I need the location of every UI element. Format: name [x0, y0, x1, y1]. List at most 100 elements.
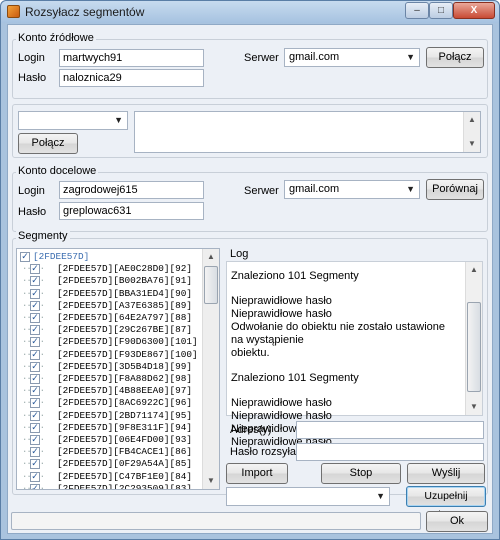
segment-checkbox[interactable]: ✓ [30, 435, 40, 445]
connection-scrollbar[interactable]: ▲ ▼ [463, 112, 480, 152]
ok-button[interactable]: Ok [426, 511, 488, 532]
segment-label: [2FDEE57D][64E2A797][88] [57, 312, 193, 323]
segment-checkbox[interactable]: ✓ [30, 300, 40, 311]
segment-item[interactable]: ·····✓[2FDEE57D][C47BF1E0][84] [17, 471, 203, 483]
source-server-select[interactable]: gmail.com ▼ [284, 48, 420, 67]
target-compare-button[interactable]: Porównaj [426, 179, 484, 200]
segment-checkbox[interactable]: ✓ [30, 459, 40, 470]
source-password-label: Hasło [18, 72, 47, 84]
segment-checkbox[interactable]: ✓ [30, 313, 40, 323]
source-password-field[interactable]: naloznica29 [59, 69, 204, 87]
segment-checkbox[interactable]: ✓ [30, 325, 40, 336]
maximize-button[interactable]: □ [429, 2, 453, 19]
segment-label: [2FDEE57D][A37E6385][89] [57, 299, 193, 311]
segment-checkbox[interactable]: ✓ [30, 288, 40, 299]
segment-item[interactable]: ·····✓[2FDEE57D][F93DE867][100] [17, 349, 203, 361]
log-line: obiektu. [231, 347, 270, 359]
segment-checkbox[interactable]: ✓ [30, 276, 40, 287]
progress-bar [11, 512, 421, 530]
segment-checkbox[interactable]: ✓ [30, 410, 40, 421]
chevron-down-icon: ▼ [406, 184, 415, 194]
target-login-field[interactable]: zagrodowej615 [59, 181, 204, 199]
segment-label: [2FDEE57D][4B88EEA0][97] [57, 385, 193, 397]
segment-checkbox[interactable]: ✓ [30, 361, 40, 372]
segment-checkbox[interactable]: ✓ [30, 398, 40, 409]
window-title: Rozsyłacz segmentów [25, 5, 145, 19]
source-account-label: Konto źródłowe [16, 32, 96, 44]
connection-select[interactable]: ▼ [18, 111, 128, 130]
segment-item[interactable]: ·····✓[2FDEE57D][0F29A54A][85] [17, 458, 203, 470]
address-label: Adres(y) [230, 424, 272, 436]
segment-item[interactable]: ·····✓[2FDEE57D][B002BA76][91] [17, 275, 203, 287]
log-line: Znaleziono 101 Segmenty [231, 372, 359, 384]
segment-item[interactable]: ·····✓[2FDEE57D][2C293509][83] [17, 483, 203, 489]
segment-item[interactable]: ·····✓[2FDEE57D][8AC6922C][96] [17, 397, 203, 409]
segment-item[interactable]: ·····✓[2FDEE57D][BBA31ED4][90] [17, 288, 203, 300]
segment-checkbox[interactable]: ✓ [30, 447, 40, 458]
minimize-button[interactable]: – [405, 2, 429, 19]
scroll-down-icon[interactable]: ▼ [466, 399, 482, 415]
segment-checkbox[interactable]: ✓ [30, 349, 40, 360]
close-button[interactable]: X [453, 2, 495, 19]
title-bar[interactable]: Rozsyłacz segmentów – □ X [1, 1, 499, 23]
log-scrollbar[interactable]: ▲ ▼ [465, 262, 482, 415]
segment-item[interactable]: ·····✓[2FDEE57D][29C267BE][87] [17, 324, 203, 336]
target-account-label: Konto docelowe [16, 165, 99, 177]
segment-item[interactable]: ·····✓[2FDEE57D][A37E6385][89] [17, 300, 203, 312]
app-icon [7, 5, 20, 18]
scroll-up-icon[interactable]: ▲ [464, 112, 480, 128]
segment-checkbox[interactable]: ✓ [30, 386, 40, 397]
segment-checkbox[interactable]: ✓ [30, 471, 40, 482]
scroll-up-icon[interactable]: ▲ [466, 262, 482, 278]
log-line: Nieprawidłowe hasło [231, 308, 332, 320]
middle-connect-button[interactable]: Połącz [18, 133, 78, 154]
source-connect-button[interactable]: Połącz [426, 47, 484, 68]
segment-label: [2FDEE57D][BBA31ED4][90] [57, 287, 193, 299]
target-server-select[interactable]: gmail.com ▼ [284, 180, 420, 199]
stop-button[interactable]: Stop [321, 463, 401, 484]
segment-label: [2FDEE57D][C47BF1E0][84] [57, 470, 193, 482]
send-button[interactable]: Wyślij [407, 463, 485, 484]
segment-item[interactable]: ·····✓[2FDEE57D][06E4FD00][93] [17, 434, 203, 446]
segment-label: [2FDEE57D][AE0C28D0][92] [57, 263, 193, 275]
segment-item[interactable]: ·····✓[2FDEE57D][2BD71174][95] [17, 410, 203, 422]
segment-label: [2FDEE57D] [33, 251, 90, 262]
segment-checkbox[interactable]: ✓ [20, 252, 30, 262]
segment-item[interactable]: ·····✓[2FDEE57D][FB4CACE1][86] [17, 446, 203, 458]
import-button[interactable]: Import [226, 463, 288, 484]
segment-label: [2FDEE57D][3D5B4D18][99] [57, 360, 193, 372]
target-password-field[interactable]: greplowac631 [59, 202, 204, 220]
source-login-field[interactable]: martwych91 [59, 49, 204, 67]
segment-checkbox[interactable]: ✓ [30, 483, 40, 489]
segment-item[interactable]: ·····✓[2FDEE57D][3D5B4D18][99] [17, 361, 203, 373]
scroll-up-icon[interactable]: ▲ [203, 249, 219, 265]
connection-textarea[interactable]: ▲ ▼ [134, 111, 481, 153]
scroll-down-icon[interactable]: ▼ [203, 473, 219, 489]
log-scroll-thumb[interactable] [467, 302, 481, 392]
segment-item[interactable]: ·····✓[2FDEE57D][4B88EEA0][97] [17, 385, 203, 397]
scroll-down-icon[interactable]: ▼ [464, 136, 480, 152]
segment-root-item[interactable]: ✓ [2FDEE57D] [17, 251, 203, 263]
segment-label: [2FDEE57D][2BD71174][95] [57, 409, 193, 421]
segment-item[interactable]: ·····✓[2FDEE57D][F90D6300][101] [17, 336, 203, 348]
address-field[interactable] [296, 421, 484, 439]
segment-checkbox[interactable]: ✓ [30, 374, 40, 384]
segment-checkbox[interactable]: ✓ [30, 264, 40, 275]
segment-label: [2FDEE57D][0F29A54A][85] [57, 458, 193, 470]
segments-scrollbar[interactable]: ▲ ▼ [202, 249, 219, 489]
log-area[interactable]: Znaleziono 101 Segmenty Nieprawidłowe has… [226, 261, 483, 448]
segments-scroll-thumb[interactable] [204, 266, 218, 304]
segments-tree[interactable]: ✓[2FDEE57D]·····✓[2FDEE57D][AE0C28D0][92… [16, 248, 220, 490]
segment-checkbox[interactable]: ✓ [30, 422, 40, 433]
segment-item[interactable]: ·····✓[2FDEE57D][64E2A797][88] [17, 312, 203, 324]
fill-mirrors-button[interactable]: Uzupełnij mirrory [406, 486, 486, 521]
segment-item[interactable]: ·····✓[2FDEE57D][AE0C28D0][92] [17, 263, 203, 275]
segment-checkbox[interactable]: ✓ [30, 337, 40, 348]
log-line: Odwołanie do obiektu nie zostało ustawio… [231, 321, 446, 346]
mirror-select[interactable]: ▼ [226, 487, 390, 506]
segment-item[interactable]: ·····✓[2FDEE57D][F8A88D62][98] [17, 373, 203, 385]
send-password-field[interactable] [296, 443, 484, 461]
segment-item[interactable]: ·····✓[2FDEE57D][9F8E311F][94] [17, 422, 203, 434]
